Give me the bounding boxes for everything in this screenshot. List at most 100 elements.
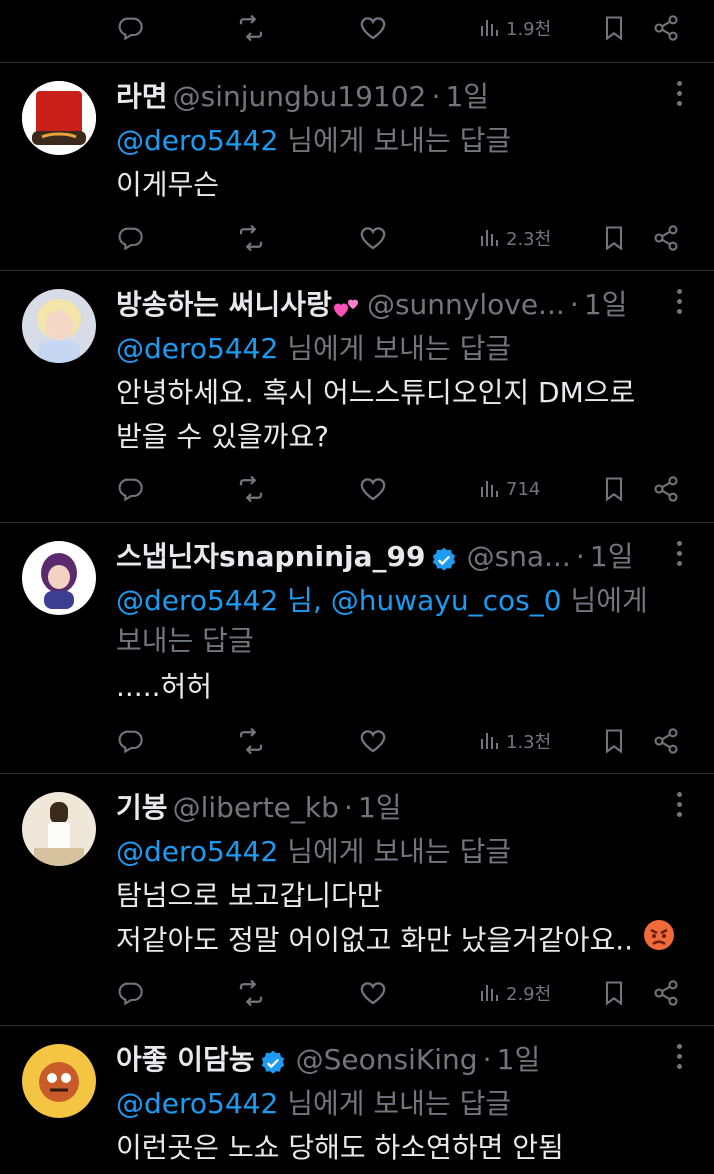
mention-link[interactable]: @dero5442 xyxy=(116,124,278,157)
views-button[interactable]: 2.9천 xyxy=(478,973,551,1013)
tweet-header: 라면 @sinjungbu19102 · 1일 xyxy=(116,75,654,115)
heart-icon xyxy=(358,474,388,504)
more-options-button[interactable] xyxy=(674,792,684,822)
mention-link[interactable]: @dero5442 xyxy=(116,332,278,365)
handle[interactable]: @sinjungbu19102 xyxy=(173,80,427,113)
tweet-text-line: 안녕하세요. 혹시 어느스튜디오인지 DM으로 xyxy=(116,376,636,409)
tweet[interactable]: 아좋 이담농 @SeonsiKing · 1일 @dero5442 님에게 보내… xyxy=(0,1026,714,1174)
avatar[interactable] xyxy=(22,541,96,615)
avatar[interactable] xyxy=(22,81,96,155)
more-options-button[interactable] xyxy=(674,81,684,111)
share-icon xyxy=(652,224,680,252)
tweet-text-line: 저같아도 정말 어이없고 화만 났을거같아요.. xyxy=(116,918,690,965)
heart-icon xyxy=(358,223,388,253)
bookmark-button[interactable] xyxy=(600,469,628,509)
tweet-text-line: 탐넘으로 보고갑니다만 xyxy=(116,879,383,912)
handle[interactable]: @liberte_kb xyxy=(173,791,339,824)
retweet-button[interactable] xyxy=(236,8,266,48)
mention-link[interactable]: @dero5442 xyxy=(116,1087,278,1120)
previous-tweet-actions: 1.9천 xyxy=(0,0,714,63)
retweet-button[interactable] xyxy=(236,973,266,1013)
views-button[interactable]: 1.9천 xyxy=(478,8,551,48)
more-options-button[interactable] xyxy=(674,289,684,319)
like-button[interactable] xyxy=(358,973,388,1013)
mention-link[interactable]: @dero5442 님, @huwayu_cos_0 xyxy=(116,584,562,617)
reply-icon xyxy=(116,727,144,755)
share-button[interactable] xyxy=(652,721,680,761)
reply-button[interactable] xyxy=(116,218,144,258)
ramen-avatar-image xyxy=(22,81,96,155)
retweet-button[interactable] xyxy=(236,469,266,509)
timestamp[interactable]: 1일 xyxy=(497,1043,541,1076)
views-icon xyxy=(478,477,502,501)
views-count: 1.9천 xyxy=(506,19,552,40)
more-options-button[interactable] xyxy=(674,1044,684,1074)
retweet-icon xyxy=(236,726,266,756)
reply-context: @dero5442 님, @huwayu_cos_0 님에게 보내는 답글 xyxy=(116,581,690,661)
avatar[interactable] xyxy=(22,289,96,363)
reply-context-text: 님에게 xyxy=(570,584,648,617)
cartoon-avatar-image xyxy=(22,1044,96,1118)
tweet[interactable]: 방송하는 써니사랑 @sunnylove... · 1일 @dero5442 님… xyxy=(0,271,714,523)
display-name[interactable]: 아좋 이담농 xyxy=(116,1043,255,1076)
more-icon xyxy=(676,541,682,546)
display-name[interactable]: 스냅닌자snapninja_99 xyxy=(116,540,426,573)
handle[interactable]: @sunnylove... xyxy=(367,288,565,321)
tweet-header: 기봉 @liberte_kb · 1일 xyxy=(116,786,654,826)
bookmark-button[interactable] xyxy=(600,8,628,48)
bookmark-icon xyxy=(600,727,628,755)
reply-context-text: 님에게 보내는 답글 xyxy=(287,332,512,365)
reply-context: @dero5442 님에게 보내는 답글 xyxy=(116,832,690,872)
share-button[interactable] xyxy=(652,973,680,1013)
display-name[interactable]: 기봉 xyxy=(116,791,168,824)
like-button[interactable] xyxy=(358,721,388,761)
display-name[interactable]: 라면 xyxy=(116,80,168,113)
reply-button[interactable] xyxy=(116,8,144,48)
reply-icon xyxy=(116,979,144,1007)
handle[interactable]: @SeonsiKing xyxy=(296,1043,478,1076)
reply-context-text: 님에게 보내는 답글 xyxy=(287,124,512,157)
bookmark-button[interactable] xyxy=(600,973,628,1013)
tweet-text: 안녕하세요. 혹시 어느스튜디오인지 DM으로 받을 수 있을까요? xyxy=(116,371,690,459)
tweet[interactable]: 라면 @sinjungbu19102 · 1일 @dero5442 님에게 보내… xyxy=(0,63,714,271)
bookmark-button[interactable] xyxy=(600,218,628,258)
handle[interactable]: @sna... xyxy=(467,540,571,573)
views-button[interactable]: 714 xyxy=(478,469,540,509)
reply-context-text: 님에게 보내는 답글 xyxy=(287,835,512,868)
more-options-button[interactable] xyxy=(674,541,684,571)
separator: · xyxy=(431,80,441,113)
retweet-button[interactable] xyxy=(236,721,266,761)
timestamp[interactable]: 1일 xyxy=(445,80,489,113)
share-button[interactable] xyxy=(652,469,680,509)
reply-button[interactable] xyxy=(116,469,144,509)
tweet[interactable]: 기봉 @liberte_kb · 1일 @dero5442 님에게 보내는 답글… xyxy=(0,774,714,1026)
tweet-text: 이런곳은 노쇼 당해도 하소연하면 안됨 xyxy=(116,1126,690,1170)
mention-link[interactable]: @dero5442 xyxy=(116,835,278,868)
share-button[interactable] xyxy=(652,218,680,258)
views-button[interactable]: 2.3천 xyxy=(478,218,551,258)
heart-icon xyxy=(358,13,388,43)
more-icon xyxy=(676,792,682,797)
bookmark-button[interactable] xyxy=(600,721,628,761)
share-button[interactable] xyxy=(652,8,680,48)
retweet-icon xyxy=(236,223,266,253)
retweet-icon xyxy=(236,474,266,504)
display-name[interactable]: 방송하는 써니사랑 xyxy=(116,288,332,321)
like-button[interactable] xyxy=(358,469,388,509)
tweet-actions: 2.3천 xyxy=(0,218,714,258)
like-button[interactable] xyxy=(358,8,388,48)
tweet[interactable]: 스냅닌자snapninja_99 @sna... · 1일 @dero5442 … xyxy=(0,523,714,774)
reply-button[interactable] xyxy=(116,973,144,1013)
reply-button[interactable] xyxy=(116,721,144,761)
avatar[interactable] xyxy=(22,792,96,866)
timestamp[interactable]: 1일 xyxy=(584,288,628,321)
retweet-button[interactable] xyxy=(236,218,266,258)
avatar[interactable] xyxy=(22,1044,96,1118)
timestamp[interactable]: 1일 xyxy=(358,791,402,824)
tweet-text: 이게무슨 xyxy=(116,163,690,207)
views-button[interactable]: 1.3천 xyxy=(478,721,551,761)
character-avatar-image xyxy=(22,541,96,615)
tweet-text: .....허허 xyxy=(116,665,690,709)
like-button[interactable] xyxy=(358,218,388,258)
timestamp[interactable]: 1일 xyxy=(590,540,634,573)
